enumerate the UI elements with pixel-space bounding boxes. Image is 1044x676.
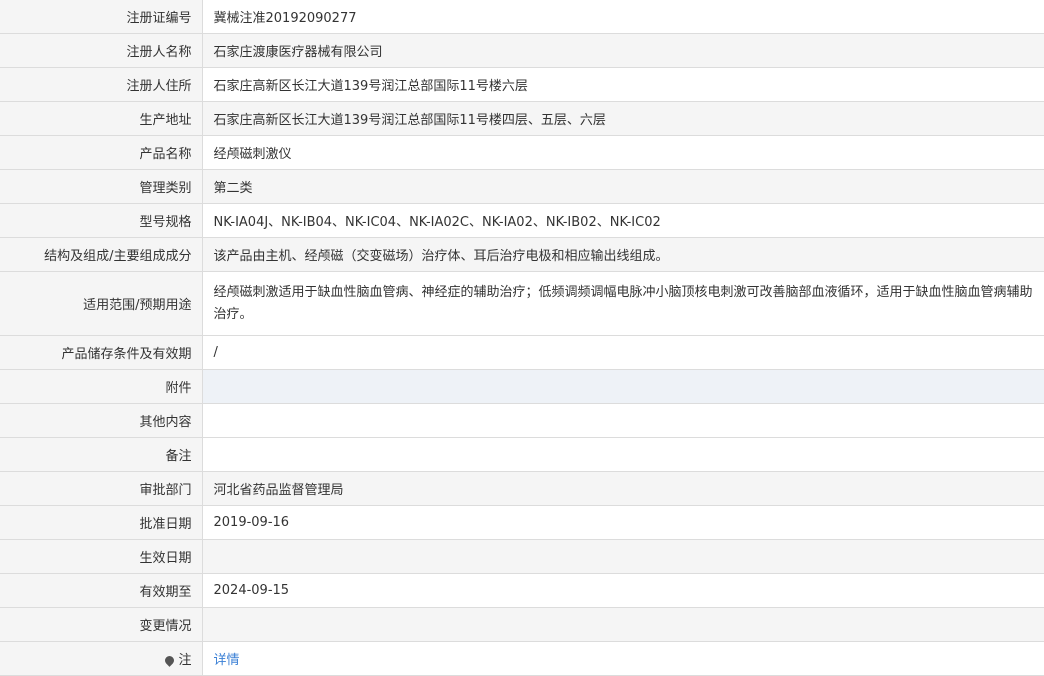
label-model-spec: 型号规格 [0,203,203,238]
value-note: 详情 [202,641,1044,676]
row-product-name: 产品名称 经颅磁刺激仪 [0,135,1044,170]
label-valid-until: 有效期至 [0,573,203,608]
value-remarks [202,437,1044,472]
label-note: 注 [0,641,203,676]
value-other-content [202,403,1044,438]
value-model-spec: NK-IA04J、NK-IB04、NK-IC04、NK-IA02C、NK-IA0… [202,203,1044,238]
label-approval-date: 批准日期 [0,505,203,540]
label-structure-composition: 结构及组成/主要组成成分 [0,237,203,272]
row-registration-number: 注册证编号 冀械注准20192090277 [0,0,1044,34]
label-attachment: 附件 [0,369,203,404]
value-approval-date: 2019-09-16 [202,505,1044,540]
label-registration-number: 注册证编号 [0,0,203,34]
details-link[interactable]: 详情 [214,653,240,668]
value-valid-until: 2024-09-15 [202,573,1044,608]
row-management-category: 管理类别 第二类 [0,169,1044,204]
value-structure-composition: 该产品由主机、经颅磁（交变磁场）治疗体、耳后治疗电极和相应输出线组成。 [202,237,1044,272]
label-change-status: 变更情况 [0,607,203,642]
row-attachment: 附件 [0,369,1044,404]
value-change-status [202,607,1044,642]
value-production-address: 石家庄高新区长江大道139号润江总部国际11号楼四层、五层、六层 [202,101,1044,136]
value-storage-validity: / [202,335,1044,370]
row-model-spec: 型号规格 NK-IA04J、NK-IB04、NK-IC04、NK-IA02C、N… [0,203,1044,238]
label-management-category: 管理类别 [0,169,203,204]
label-production-address: 生产地址 [0,101,203,136]
label-storage-validity: 产品储存条件及有效期 [0,335,203,370]
row-intended-use: 适用范围/预期用途 经颅磁刺激适用于缺血性脑血管病、神经症的辅助治疗；低频调频调… [0,271,1044,336]
value-approval-department: 河北省药品监督管理局 [202,471,1044,506]
row-change-status: 变更情况 [0,607,1044,642]
value-intended-use: 经颅磁刺激适用于缺血性脑血管病、神经症的辅助治疗；低频调频调幅电脉冲小脑顶核电刺… [202,271,1044,336]
label-remarks: 备注 [0,437,203,472]
row-effective-date: 生效日期 [0,539,1044,574]
row-production-address: 生产地址 石家庄高新区长江大道139号润江总部国际11号楼四层、五层、六层 [0,101,1044,136]
value-product-name: 经颅磁刺激仪 [202,135,1044,170]
row-note: 注 详情 [0,641,1044,676]
label-effective-date: 生效日期 [0,539,203,574]
value-registrant-name: 石家庄渡康医疗器械有限公司 [202,33,1044,68]
label-approval-department: 审批部门 [0,471,203,506]
label-registrant-name: 注册人名称 [0,33,203,68]
row-remarks: 备注 [0,437,1044,472]
registration-detail-table: 注册证编号 冀械注准20192090277 注册人名称 石家庄渡康医疗器械有限公… [0,0,1044,676]
location-pin-icon [163,654,177,667]
value-effective-date [202,539,1044,574]
value-management-category: 第二类 [202,169,1044,204]
label-registrant-address: 注册人住所 [0,67,203,102]
label-intended-use: 适用范围/预期用途 [0,271,203,336]
value-registration-number: 冀械注准20192090277 [202,0,1044,34]
value-attachment [202,369,1044,404]
row-registrant-name: 注册人名称 石家庄渡康医疗器械有限公司 [0,33,1044,68]
label-other-content: 其他内容 [0,403,203,438]
value-registrant-address: 石家庄高新区长江大道139号润江总部国际11号楼六层 [202,67,1044,102]
row-other-content: 其他内容 [0,403,1044,438]
row-structure-composition: 结构及组成/主要组成成分 该产品由主机、经颅磁（交变磁场）治疗体、耳后治疗电极和… [0,237,1044,272]
row-storage-validity: 产品储存条件及有效期 / [0,335,1044,370]
row-approval-date: 批准日期 2019-09-16 [0,505,1044,540]
label-product-name: 产品名称 [0,135,203,170]
row-registrant-address: 注册人住所 石家庄高新区长江大道139号润江总部国际11号楼六层 [0,67,1044,102]
row-valid-until: 有效期至 2024-09-15 [0,573,1044,608]
row-approval-department: 审批部门 河北省药品监督管理局 [0,471,1044,506]
note-label: 注 [178,653,192,668]
